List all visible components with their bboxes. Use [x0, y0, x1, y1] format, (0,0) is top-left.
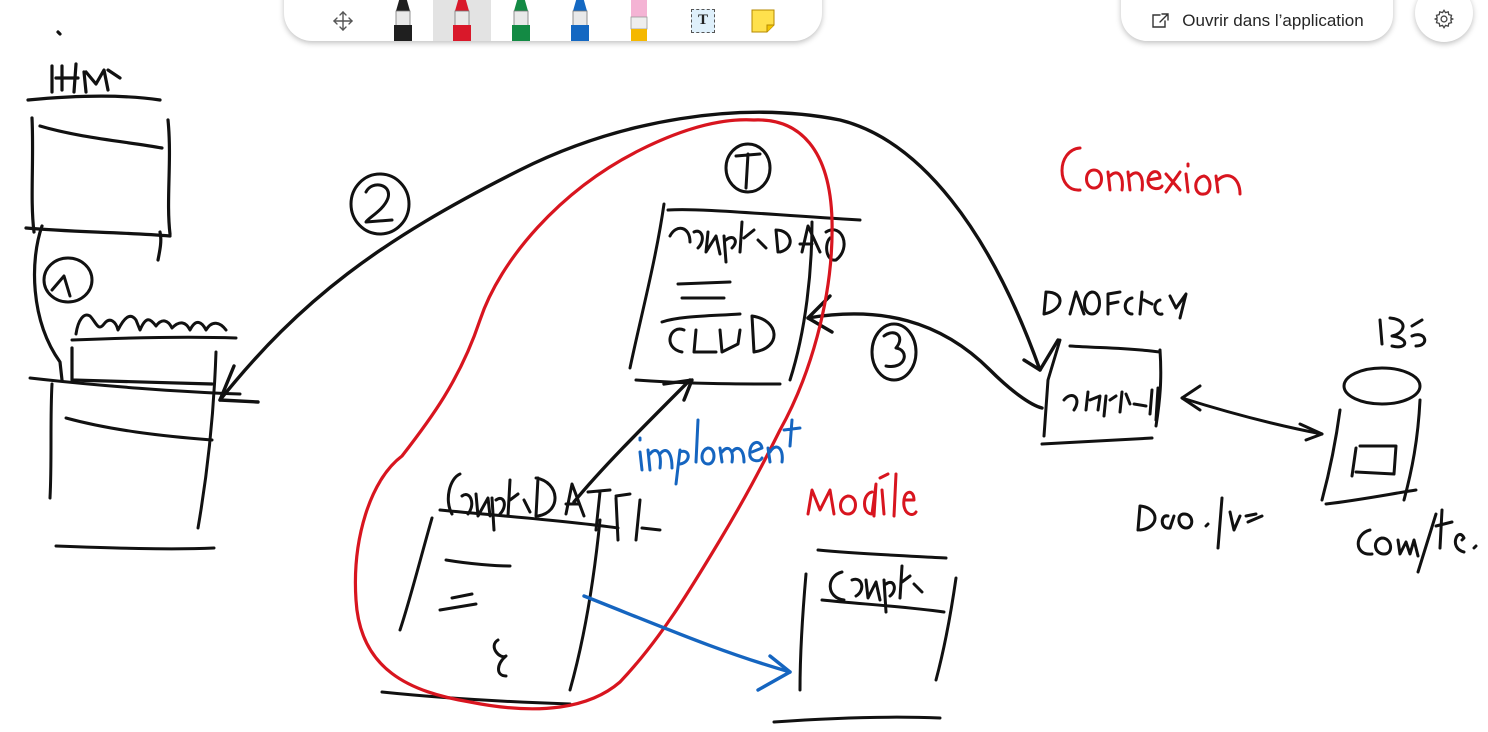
sticky-note-button[interactable] [734, 0, 792, 41]
ink-circle-two[interactable] [349, 172, 411, 236]
ink-circle-t[interactable] [724, 142, 772, 194]
highlighter-pink-button[interactable] [610, 0, 668, 41]
open-in-app-button[interactable]: Ouvrir dans l’application [1121, 0, 1393, 41]
pen-green-button[interactable] [492, 0, 550, 41]
ink-arrow-two[interactable] [218, 110, 1060, 404]
ink-comptedaoimpl-box[interactable] [380, 472, 662, 706]
ink-circle-three[interactable] [870, 322, 918, 382]
ink-controleur-box[interactable] [28, 313, 242, 551]
pen-blue-button[interactable] [551, 0, 609, 41]
ink-connexion-label[interactable] [1060, 146, 1242, 196]
open-in-app-label: Ouvrir dans l’application [1182, 10, 1364, 30]
pen-icon [512, 0, 530, 41]
ink-circle-one[interactable] [42, 256, 94, 304]
ink-modele-label[interactable] [806, 472, 918, 518]
text-tool-button[interactable]: T [674, 0, 732, 41]
ink-ihm-box[interactable] [24, 30, 214, 386]
move-icon [333, 10, 353, 31]
pen-icon [571, 0, 589, 41]
ink-dao-pro-label[interactable] [1136, 496, 1264, 550]
ink-implements-label[interactable] [638, 418, 802, 486]
highlighter-icon [630, 0, 648, 41]
ink-red-loop[interactable] [353, 118, 834, 711]
pen-icon [453, 0, 471, 41]
text-tool-glyph: T [697, 12, 708, 28]
ink-bd-cylinder[interactable] [1320, 316, 1427, 506]
pen-red-button[interactable] [433, 0, 491, 41]
ink-daofactory-box[interactable] [1040, 290, 1188, 446]
ink-compte-box[interactable] [772, 548, 958, 724]
ink-compte-label[interactable] [1356, 508, 1478, 574]
whiteboard-canvas[interactable] [0, 0, 1488, 732]
pen-icon [394, 0, 412, 41]
ink-double-arrow[interactable] [1180, 384, 1324, 442]
sticky-note-icon [751, 9, 775, 32]
ink-toolbar: T [284, 0, 822, 41]
ink-blue-arrow[interactable] [582, 594, 792, 692]
ink-arrow-three[interactable] [806, 294, 1044, 410]
pen-black-button[interactable] [374, 0, 432, 41]
move-tool-button[interactable] [314, 0, 372, 41]
ink-implements-arrow[interactable] [572, 378, 694, 504]
text-box-icon: T [691, 8, 715, 33]
open-external-icon [1152, 12, 1169, 28]
gear-icon [1433, 9, 1455, 29]
